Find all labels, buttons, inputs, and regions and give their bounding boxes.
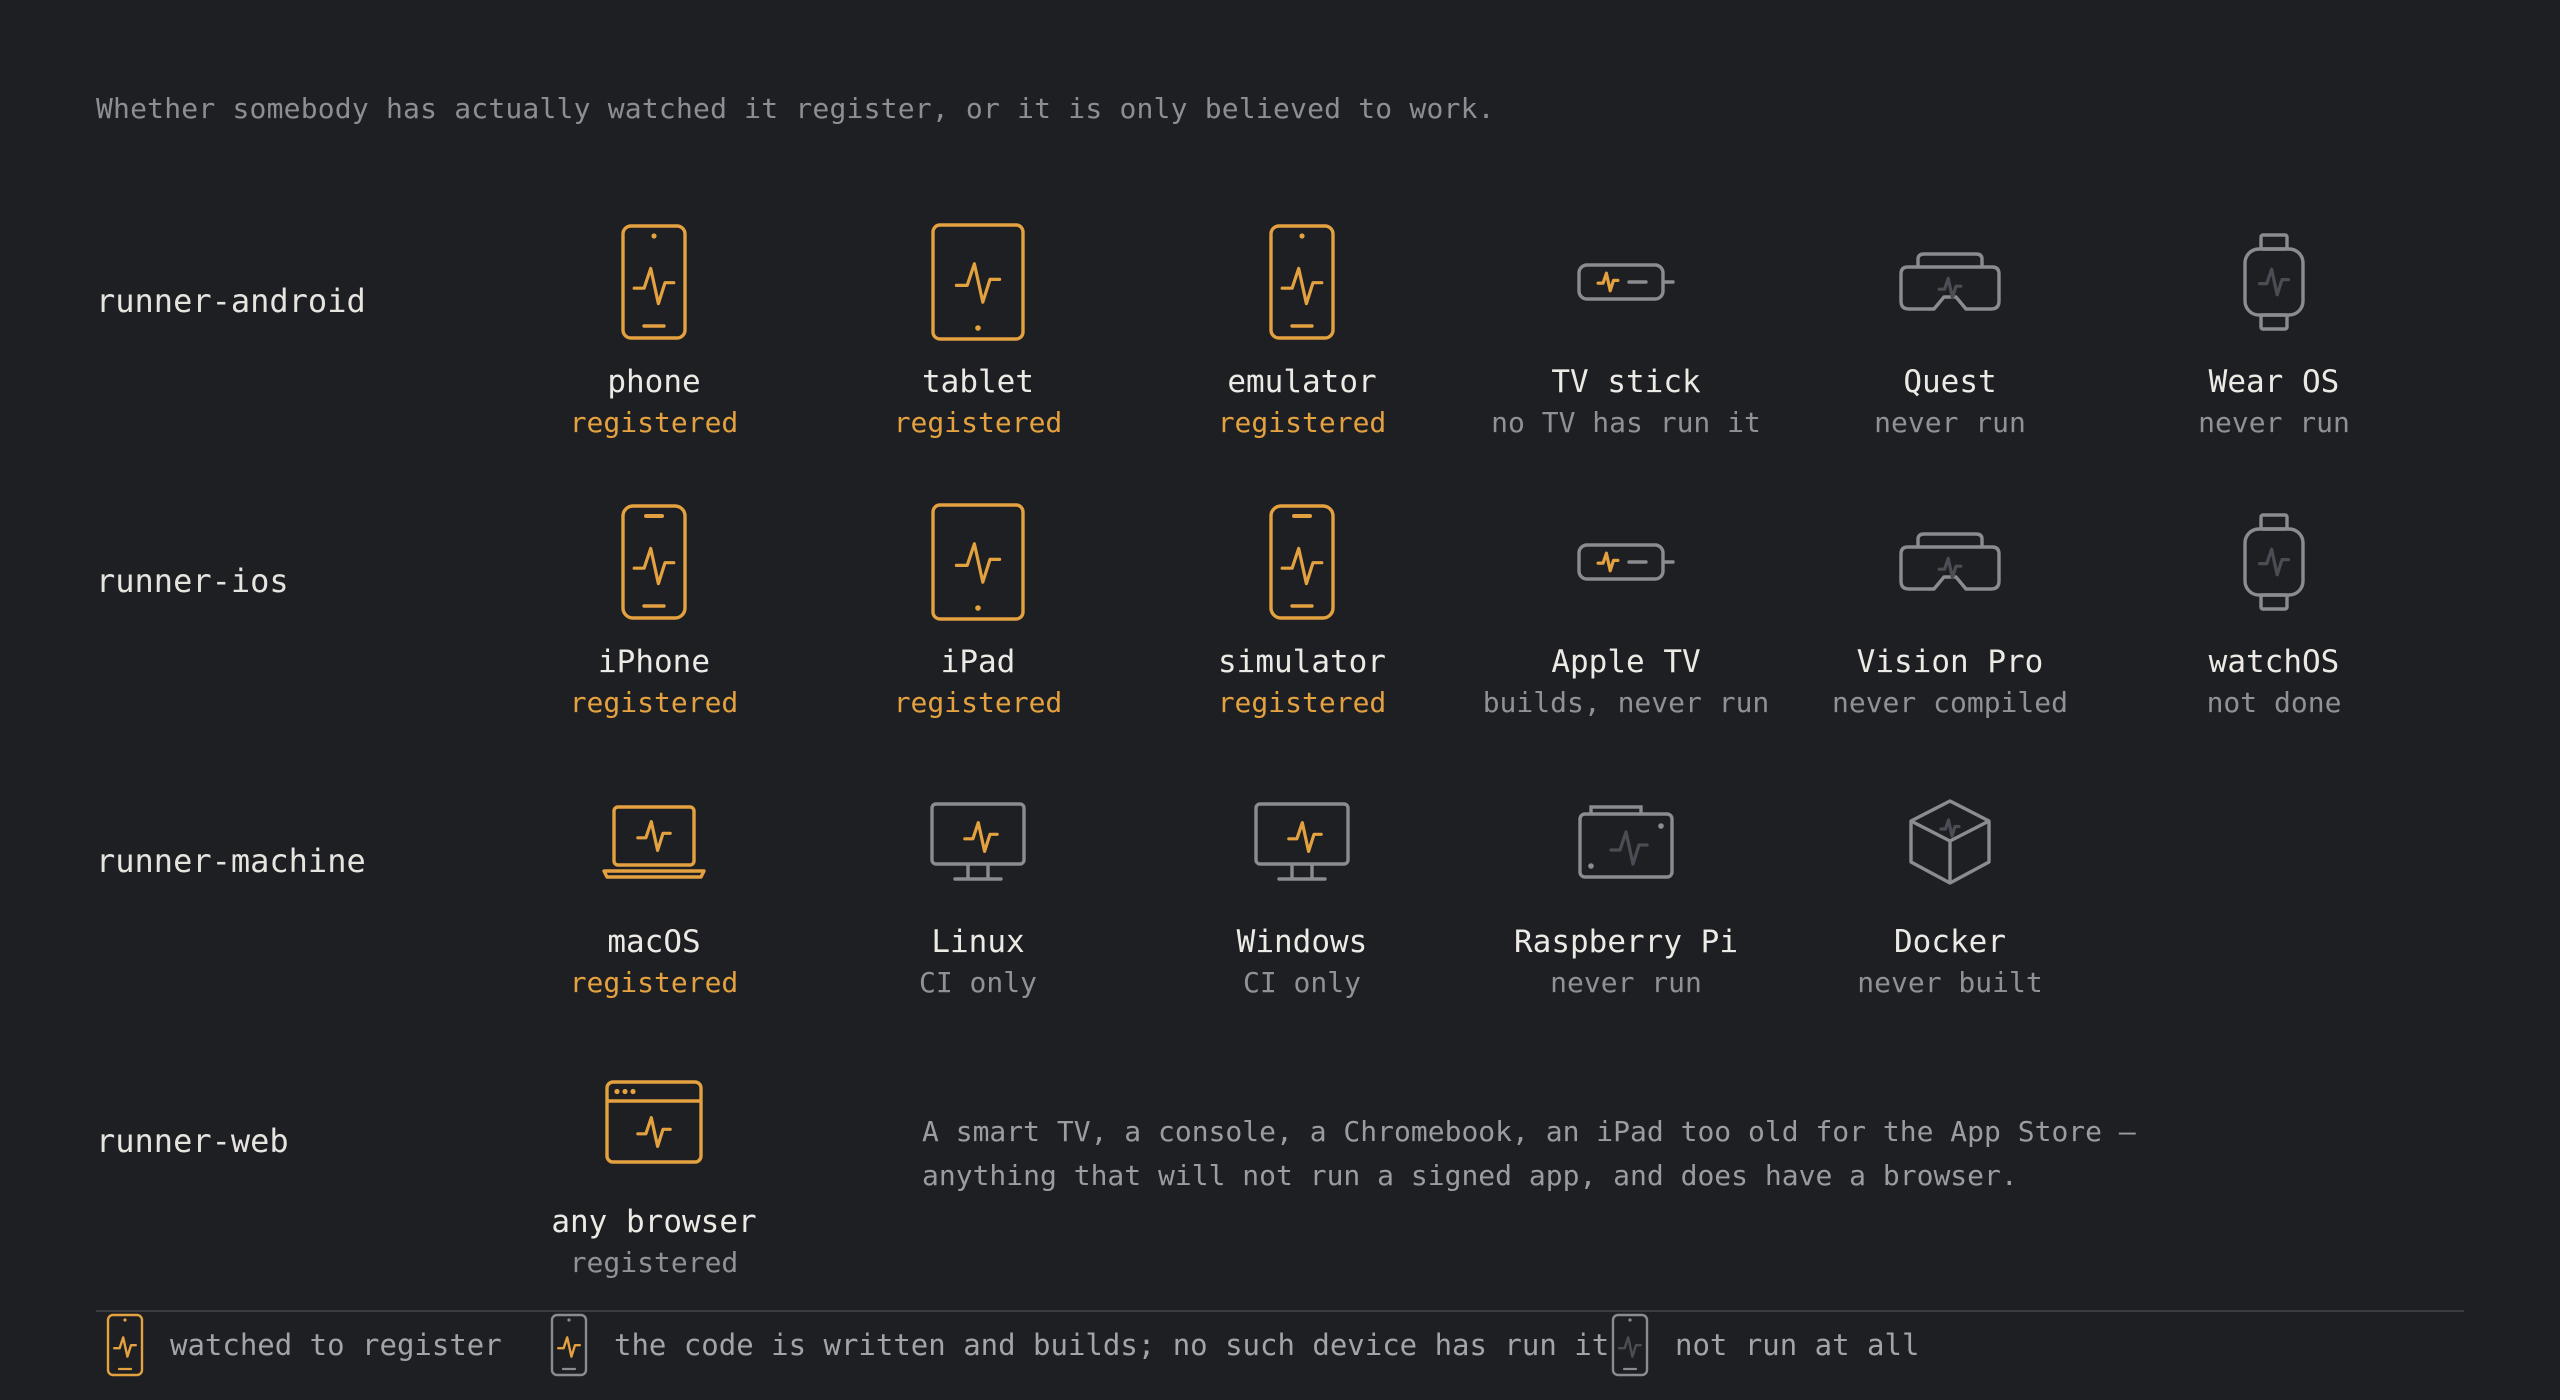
device-status: registered	[893, 406, 1063, 439]
device-status: registered	[1217, 406, 1387, 439]
monitor-icon	[1142, 782, 1462, 902]
device-windows: Windows CI only	[1142, 782, 1462, 999]
phone-icon	[1142, 222, 1462, 342]
watch-icon	[2114, 222, 2434, 342]
device-emulator: emulator registered	[1142, 222, 1462, 439]
device-status: registered	[893, 686, 1063, 719]
phone-icon	[106, 1313, 144, 1377]
device-status: CI only	[918, 966, 1037, 999]
device-name: Vision Pro	[1856, 644, 2044, 680]
device-status: never built	[1857, 966, 2043, 999]
device-name: iPad	[940, 644, 1016, 680]
iphone-icon	[1142, 502, 1462, 622]
monitor-icon	[818, 782, 1138, 902]
device-status: registered	[569, 1246, 739, 1279]
device-tv-stick: TV stick no TV has run it	[1466, 222, 1786, 439]
board-icon	[1466, 782, 1786, 902]
device-name: Raspberry Pi	[1514, 924, 1738, 960]
device-status: registered	[1217, 686, 1387, 719]
legend-text: the code is written and builds; no such …	[614, 1328, 1610, 1362]
phone-icon	[550, 1313, 588, 1377]
device-tablet: tablet registered	[818, 222, 1138, 439]
row-runner-web: runner-web any browser registered	[0, 1062, 2560, 1342]
device-status: registered	[569, 406, 739, 439]
device-status: CI only	[1242, 966, 1361, 999]
legend-text: not run at all	[1675, 1328, 1920, 1362]
device-name: Wear OS	[2208, 364, 2340, 400]
row-label: runner-ios	[96, 562, 289, 600]
device-name: Docker	[1894, 924, 2006, 960]
device-name: macOS	[607, 924, 701, 960]
iphone-icon	[494, 502, 814, 622]
web-note: A smart TV, a console, a Chromebook, an …	[922, 1115, 2136, 1192]
legend-item-partial: the code is written and builds; no such …	[550, 1310, 1609, 1380]
device-name: TV stick	[1551, 364, 1701, 400]
legend: watched to register the code is written a…	[96, 1310, 2464, 1400]
device-macos: macOS registered	[494, 782, 814, 999]
row-runner-android: runner-android phone registered tablet regis…	[0, 222, 2560, 502]
device-name: Linux	[931, 924, 1025, 960]
device-raspberry-pi: Raspberry Pi never run	[1466, 782, 1786, 999]
device-name: any browser	[551, 1204, 757, 1240]
device-docker: Docker never built	[1790, 782, 2110, 999]
row-label: runner-android	[96, 282, 366, 320]
device-status: never run	[2198, 406, 2350, 439]
browser-icon	[494, 1062, 814, 1182]
device-status: registered	[569, 686, 739, 719]
device-name: simulator	[1218, 644, 1386, 680]
device-status: builds, never run	[1482, 686, 1770, 719]
device-name: emulator	[1227, 364, 1377, 400]
phone-icon	[494, 222, 814, 342]
device-iphone: iPhone registered	[494, 502, 814, 719]
legend-text: watched to register	[170, 1328, 502, 1362]
device-name: iPhone	[598, 644, 710, 680]
device-watchos: watchOS not done	[2114, 502, 2434, 719]
tv-stick-icon	[1466, 222, 1786, 342]
laptop-icon	[494, 782, 814, 902]
device-status: never run	[1550, 966, 1702, 999]
legend-item-registered: watched to register	[106, 1310, 502, 1380]
device-status: never run	[1874, 406, 2026, 439]
device-phone: phone registered	[494, 222, 814, 439]
device-name: Apple TV	[1551, 644, 1701, 680]
tablet-icon	[818, 502, 1138, 622]
device-name: phone	[607, 364, 701, 400]
device-wear-os: Wear OS never run	[2114, 222, 2434, 439]
device-quest: Quest never run	[1790, 222, 2110, 439]
vr-headset-icon	[1790, 502, 2110, 622]
row-label: runner-machine	[96, 842, 366, 880]
tablet-icon	[818, 222, 1138, 342]
row-label: runner-web	[96, 1122, 289, 1160]
row-runner-machine: runner-machine macOS registered Linux CI onl…	[0, 782, 2560, 1062]
device-status: registered	[569, 966, 739, 999]
page-subtitle: Whether somebody has actually watched it…	[96, 92, 1495, 125]
device-name: tablet	[922, 364, 1034, 400]
container-icon	[1790, 782, 2110, 902]
device-status: never compiled	[1831, 686, 2068, 719]
device-linux: Linux CI only	[818, 782, 1138, 999]
device-name: watchOS	[2208, 644, 2340, 680]
watch-icon	[2114, 502, 2434, 622]
tv-stick-icon	[1466, 502, 1786, 622]
phone-icon	[1611, 1313, 1649, 1377]
row-runner-ios: runner-ios iPhone registered iPad registered…	[0, 502, 2560, 782]
device-name: Quest	[1903, 364, 1997, 400]
device-status: not done	[2206, 686, 2342, 719]
device-simulator: simulator registered	[1142, 502, 1462, 719]
legend-item-none: not run at all	[1611, 1310, 1919, 1380]
device-vision-pro: Vision Pro never compiled	[1790, 502, 2110, 719]
device-name: Windows	[1236, 924, 1368, 960]
vr-headset-icon	[1790, 222, 2110, 342]
device-status: no TV has run it	[1491, 406, 1761, 439]
device-any-browser: any browser registered	[494, 1062, 814, 1279]
device-ipad: iPad registered	[818, 502, 1138, 719]
device-apple-tv: Apple TV builds, never run	[1466, 502, 1786, 719]
